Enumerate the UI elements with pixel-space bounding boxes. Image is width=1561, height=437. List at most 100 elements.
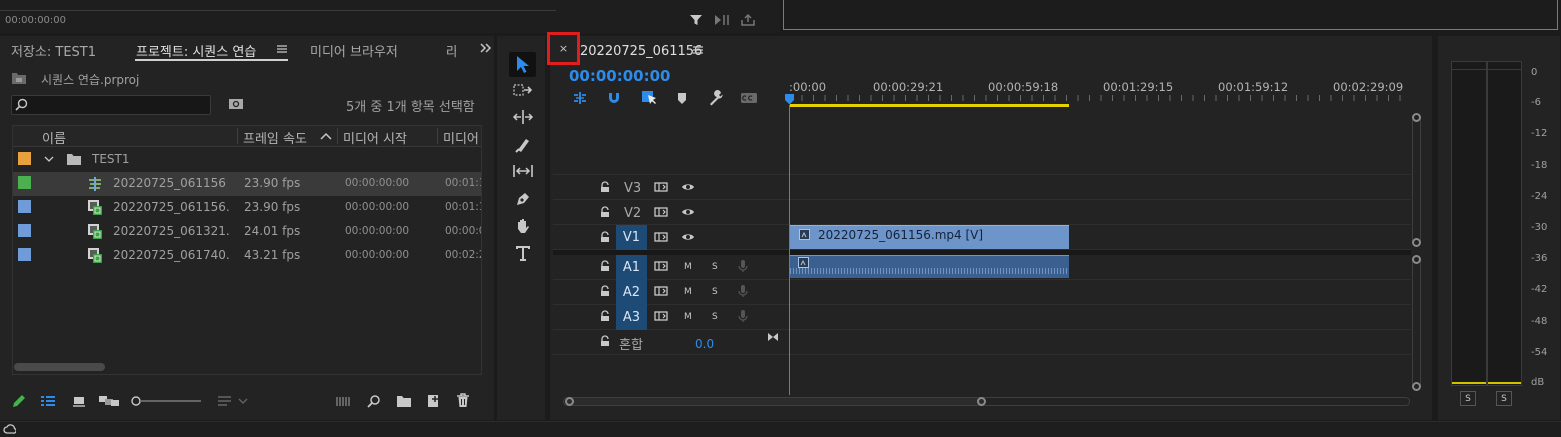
meter-solo-right[interactable]: S bbox=[1496, 391, 1512, 406]
sync-lock-icon[interactable] bbox=[654, 310, 668, 322]
pen-tool-icon[interactable] bbox=[514, 190, 532, 208]
freeform-view-icon[interactable] bbox=[98, 394, 120, 408]
mix-end-bowtie-icon[interactable] bbox=[767, 332, 779, 342]
eye-icon[interactable] bbox=[681, 181, 695, 193]
scroll-handle[interactable] bbox=[1412, 255, 1421, 264]
tab-overflow[interactable]: 라 bbox=[446, 41, 456, 60]
playhead-timecode[interactable]: 00:00:00:00 bbox=[569, 67, 671, 85]
sync-lock-icon[interactable] bbox=[654, 231, 668, 243]
scroll-handle[interactable] bbox=[1412, 113, 1421, 122]
scroll-handle[interactable] bbox=[1412, 382, 1421, 391]
new-item-icon[interactable] bbox=[426, 394, 440, 408]
mute-button[interactable]: M bbox=[684, 287, 692, 297]
export-frame-icon[interactable] bbox=[740, 13, 756, 27]
snap-magnet-icon[interactable] bbox=[606, 90, 622, 106]
mute-button[interactable]: M bbox=[684, 262, 692, 272]
close-icon: × bbox=[558, 42, 569, 55]
playhead-handle[interactable] bbox=[784, 93, 795, 105]
captions-icon[interactable] bbox=[740, 92, 758, 104]
solo-button[interactable]: S bbox=[712, 312, 718, 322]
creative-cloud-icon[interactable] bbox=[3, 423, 16, 435]
tab-media-browser[interactable]: 미디어 브라우저 bbox=[310, 41, 398, 60]
search-input[interactable] bbox=[11, 95, 211, 115]
tab-bin-test1[interactable]: 저장소: TEST1 bbox=[11, 41, 96, 60]
filter-icon[interactable] bbox=[689, 13, 703, 27]
list-horizontal-scrollbar[interactable] bbox=[14, 363, 105, 371]
hand-tool-icon[interactable] bbox=[514, 217, 532, 235]
eye-icon[interactable] bbox=[681, 231, 695, 243]
track-label-v2[interactable]: V2 bbox=[624, 206, 641, 221]
work-area-bar[interactable] bbox=[790, 104, 1069, 107]
trash-icon[interactable] bbox=[456, 393, 470, 408]
sync-lock-icon[interactable] bbox=[654, 181, 668, 193]
icon-view-icon[interactable] bbox=[71, 394, 87, 408]
lock-icon[interactable] bbox=[600, 310, 610, 322]
eye-icon[interactable] bbox=[681, 206, 695, 218]
scroll-handle[interactable] bbox=[1412, 238, 1421, 247]
meter-scale-label: -18 bbox=[1531, 160, 1548, 171]
selection-tool-arrow-icon bbox=[514, 55, 530, 74]
track-target-v1[interactable]: V1 bbox=[616, 225, 647, 250]
sort-icons-icon[interactable] bbox=[217, 395, 249, 407]
meter-top-divider bbox=[1452, 69, 1521, 70]
nest-insert-icon[interactable] bbox=[571, 90, 589, 106]
sequence-tab-title[interactable]: 20220725_061156 bbox=[580, 44, 702, 59]
audio-vertical-scrollbar[interactable] bbox=[1412, 255, 1421, 391]
track-target-a2[interactable]: A2 bbox=[616, 280, 647, 305]
find-icon[interactable] bbox=[367, 394, 381, 408]
active-tab-underline bbox=[135, 59, 288, 61]
add-marker-icon[interactable] bbox=[676, 91, 688, 105]
zoom-slider[interactable] bbox=[130, 394, 202, 408]
timeline-hscroll-thumb[interactable] bbox=[566, 398, 984, 405]
write-protect-pencil-icon[interactable] bbox=[11, 393, 27, 409]
meter-scale-label: -36 bbox=[1531, 253, 1548, 264]
video-vertical-scrollbar[interactable] bbox=[1412, 113, 1421, 246]
close-sequence-button[interactable]: × bbox=[547, 32, 580, 65]
lock-icon[interactable] bbox=[600, 181, 610, 193]
insert-icon[interactable] bbox=[713, 13, 731, 27]
panel-menu-icon[interactable] bbox=[276, 43, 288, 55]
microphone-icon[interactable] bbox=[737, 284, 749, 298]
meter-solo-left-label: S bbox=[1465, 393, 1471, 404]
razor-tool-icon[interactable] bbox=[514, 136, 532, 154]
scroll-handle[interactable] bbox=[977, 397, 986, 406]
sync-lock-icon[interactable] bbox=[654, 260, 668, 272]
linked-selection-icon[interactable] bbox=[640, 89, 658, 107]
scroll-handle[interactable] bbox=[565, 397, 574, 406]
lock-icon[interactable] bbox=[600, 206, 610, 218]
track-select-forward-tool-icon[interactable] bbox=[512, 82, 534, 98]
more-tabs-chevron-icon[interactable] bbox=[478, 41, 492, 55]
slip-tool-icon[interactable] bbox=[512, 163, 534, 179]
new-search-bin-icon[interactable] bbox=[228, 97, 244, 111]
ripple-edit-tool-icon[interactable] bbox=[512, 109, 534, 125]
lock-icon[interactable] bbox=[600, 260, 610, 272]
lock-icon[interactable] bbox=[600, 285, 610, 297]
lock-icon[interactable] bbox=[600, 231, 610, 243]
fx-badge-icon bbox=[799, 229, 810, 240]
track-target-a3[interactable]: A3 bbox=[616, 305, 647, 330]
solo-button[interactable]: S bbox=[712, 287, 718, 297]
meter-scale-label: -54 bbox=[1531, 347, 1548, 358]
sync-lock-icon[interactable] bbox=[654, 285, 668, 297]
sequence-tab-menu-icon[interactable] bbox=[692, 44, 704, 56]
lock-icon[interactable] bbox=[600, 335, 610, 347]
solo-button[interactable]: S bbox=[712, 262, 718, 272]
sync-lock-icon[interactable] bbox=[654, 206, 668, 218]
meter-solo-left[interactable]: S bbox=[1460, 391, 1476, 406]
mute-button[interactable]: M bbox=[684, 312, 692, 322]
list-view-icon[interactable] bbox=[40, 394, 56, 408]
timeline-settings-wrench-icon[interactable] bbox=[707, 89, 725, 107]
track-label-v3[interactable]: V3 bbox=[624, 181, 641, 196]
track-target-a1[interactable]: A1 bbox=[616, 255, 647, 280]
type-tool-icon[interactable] bbox=[514, 244, 532, 262]
meter-scale-label: -12 bbox=[1531, 128, 1548, 139]
meter-scale-label: -42 bbox=[1531, 284, 1548, 295]
new-bin-icon[interactable] bbox=[396, 394, 412, 408]
mix-volume-value[interactable]: 0.0 bbox=[695, 337, 714, 351]
selection-status: 5개 중 1개 항목 선택함 bbox=[346, 100, 475, 115]
microphone-icon[interactable] bbox=[737, 259, 749, 273]
automate-to-sequence-icon[interactable] bbox=[335, 395, 351, 407]
tab-project[interactable]: 프로젝트: 시퀀스 연습 bbox=[136, 41, 256, 60]
microphone-icon[interactable] bbox=[737, 309, 749, 323]
audio-clip[interactable] bbox=[789, 255, 1069, 278]
